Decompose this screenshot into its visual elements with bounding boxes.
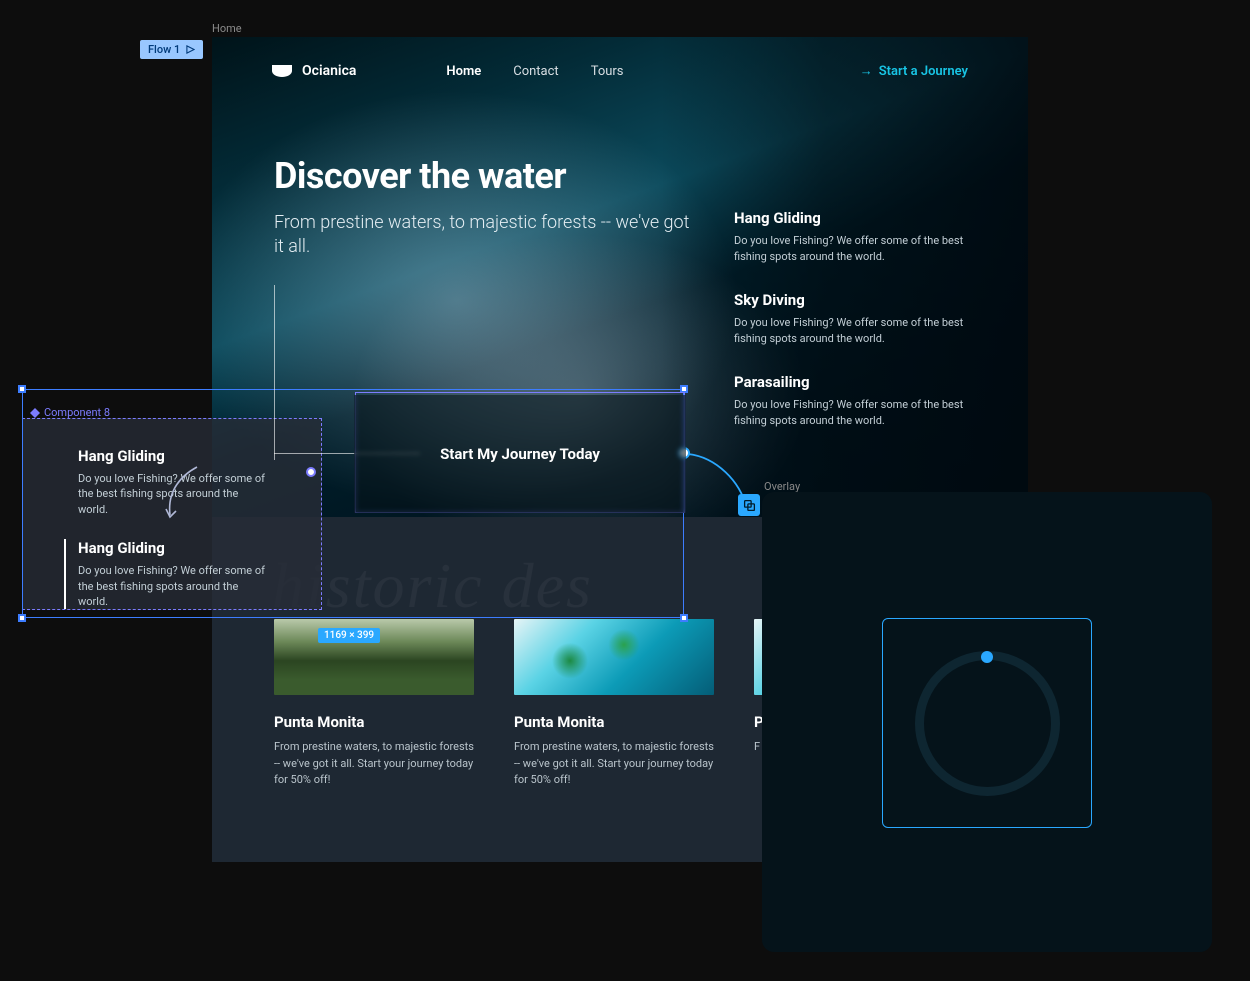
destination-card[interactable]: Punta Monita From prestine waters, to ma… bbox=[274, 619, 474, 789]
cta-banner-label: Start My Journey Today bbox=[440, 445, 600, 463]
nav-item-home[interactable]: Home bbox=[446, 64, 481, 79]
list-item[interactable]: Hang Gliding Do you love Fishing? We off… bbox=[64, 539, 266, 609]
card-desc: From prestine waters, to majestic forest… bbox=[514, 739, 714, 789]
brand-name: Ocianica bbox=[302, 63, 356, 79]
dimension-badge: 1169 × 399 bbox=[318, 628, 380, 643]
activity-title: Sky Diving bbox=[734, 291, 986, 309]
overlay-preview-box[interactable] bbox=[882, 618, 1092, 828]
activity-title: Parasailing bbox=[734, 373, 986, 391]
card-thumbnail bbox=[514, 619, 714, 695]
flow-badge-text: Flow 1 bbox=[148, 43, 180, 56]
component-icon bbox=[30, 408, 40, 418]
flow-badge[interactable]: Flow 1 bbox=[140, 40, 203, 59]
activity-item[interactable]: Parasailing Do you love Fishing? We offe… bbox=[734, 373, 986, 429]
brand[interactable]: Ocianica bbox=[272, 63, 356, 79]
nav: Home Contact Tours bbox=[446, 64, 623, 79]
prototype-endpoint[interactable] bbox=[306, 467, 316, 477]
item-title: Hang Gliding bbox=[78, 447, 266, 465]
activity-item[interactable]: Sky Diving Do you love Fishing? We offer… bbox=[734, 291, 986, 347]
resize-handle[interactable] bbox=[18, 385, 26, 393]
card-desc: From prestine waters, to majestic forest… bbox=[274, 739, 474, 789]
play-icon bbox=[186, 45, 195, 54]
dial-icon bbox=[915, 651, 1060, 796]
frame-title-label[interactable]: Home bbox=[212, 22, 242, 35]
hero-subtitle: From prestine waters, to majestic forest… bbox=[274, 211, 694, 260]
cta-banner[interactable]: Start My Journey Today bbox=[354, 395, 686, 513]
activity-title: Hang Gliding bbox=[734, 209, 986, 227]
item-title: Hang Gliding bbox=[78, 539, 266, 557]
interaction-icon[interactable] bbox=[738, 494, 760, 516]
hero-title: Discover the water bbox=[274, 155, 694, 197]
item-desc: Do you love Fishing? We offer some of th… bbox=[78, 471, 266, 517]
nav-item-contact[interactable]: Contact bbox=[513, 64, 558, 79]
hero-copy: Discover the water From prestine waters,… bbox=[274, 155, 694, 260]
guide-line-v bbox=[274, 285, 275, 460]
activity-desc: Do you love Fishing? We offer some of th… bbox=[734, 315, 986, 347]
topbar: Ocianica Home Contact Tours → Start a Jo… bbox=[212, 37, 1028, 79]
destination-card[interactable]: Punta Monita From prestine waters, to ma… bbox=[514, 619, 714, 789]
card-title: Punta Monita bbox=[274, 713, 474, 731]
resize-handle[interactable] bbox=[18, 614, 26, 622]
activity-desc: Do you love Fishing? We offer some of th… bbox=[734, 233, 986, 265]
hero-section: Ocianica Home Contact Tours → Start a Jo… bbox=[212, 37, 1028, 517]
logo-icon bbox=[272, 65, 292, 77]
arrow-right-icon: → bbox=[860, 63, 873, 79]
activity-item[interactable]: Hang Gliding Do you love Fishing? We off… bbox=[734, 209, 986, 265]
nav-item-tours[interactable]: Tours bbox=[591, 64, 624, 79]
cta-link-text: Start a Journey bbox=[879, 64, 968, 79]
list-item[interactable]: Hang Gliding Do you love Fishing? We off… bbox=[78, 447, 266, 517]
item-desc: Do you love Fishing? We offer some of th… bbox=[78, 563, 266, 609]
start-journey-link[interactable]: → Start a Journey bbox=[860, 63, 968, 79]
overlay-frame[interactable] bbox=[762, 492, 1212, 952]
activity-list: Hang Gliding Do you love Fishing? We off… bbox=[734, 209, 986, 455]
activity-desc: Do you love Fishing? We offer some of th… bbox=[734, 397, 986, 429]
card-title: Punta Monita bbox=[514, 713, 714, 731]
component8-frame[interactable]: Hang Gliding Do you love Fishing? We off… bbox=[22, 418, 322, 610]
